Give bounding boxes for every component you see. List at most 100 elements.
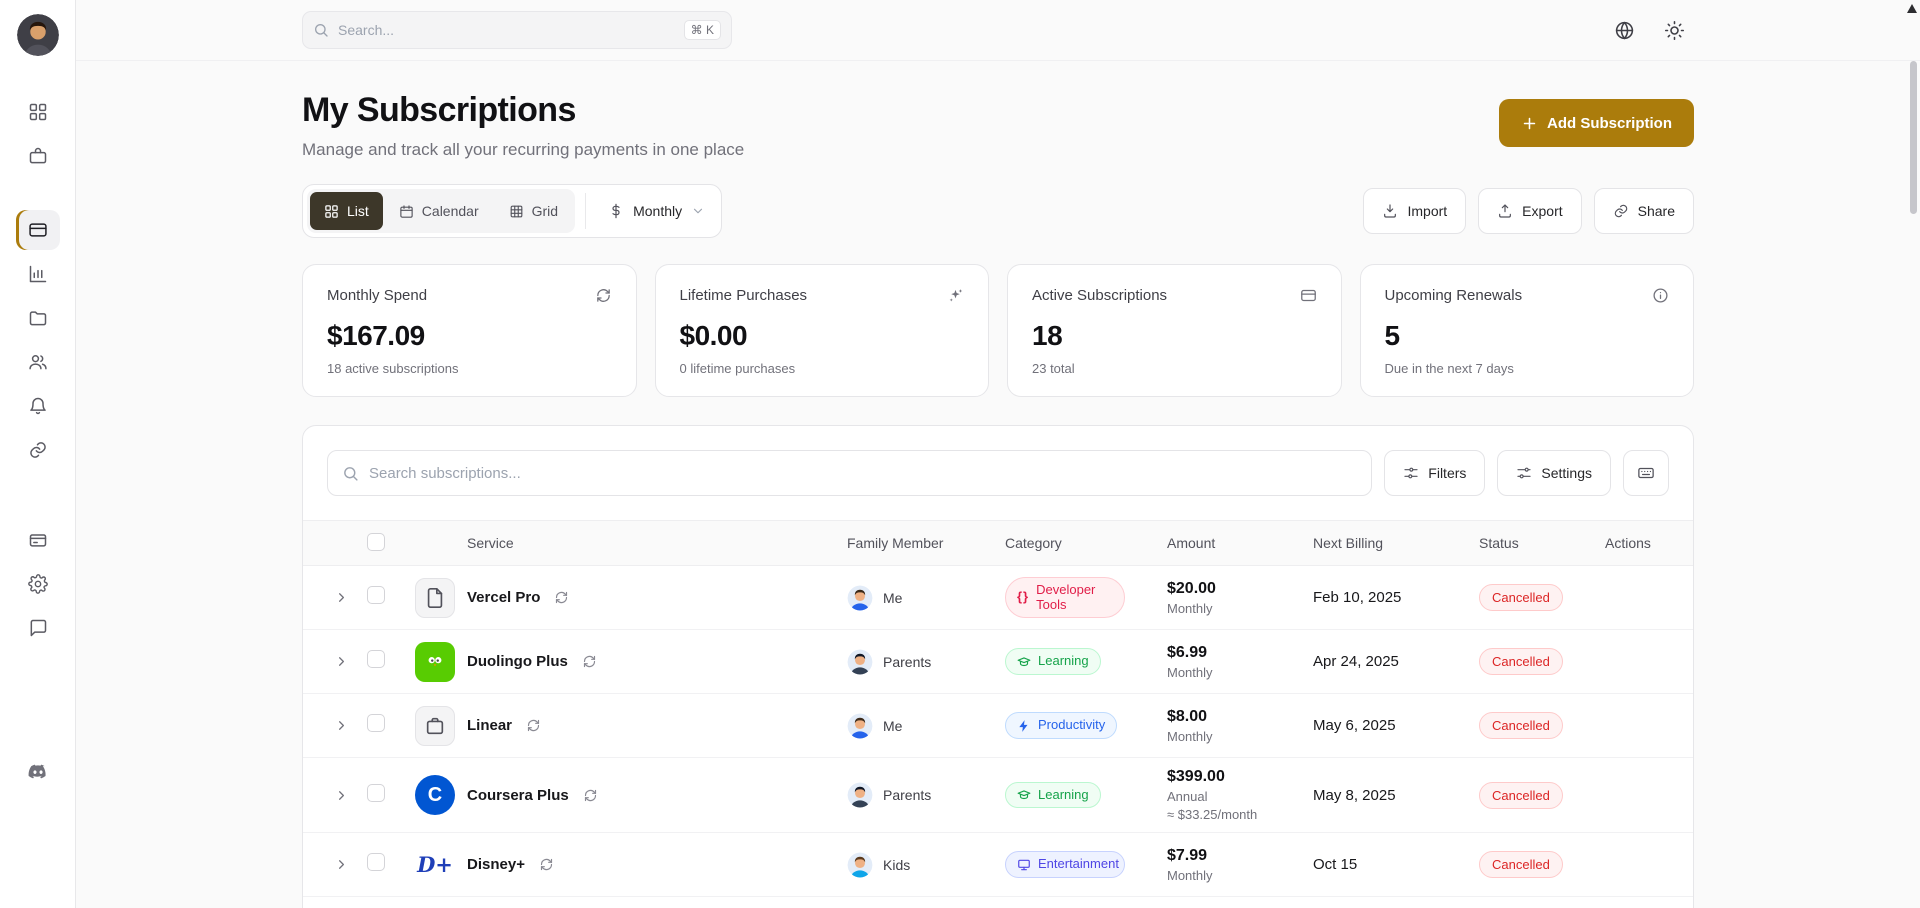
stat-value: $167.09 xyxy=(327,320,425,351)
share-label: Share xyxy=(1637,203,1675,219)
row-expand-button[interactable] xyxy=(327,851,355,879)
table-row[interactable]: Duolingo Plus Parents Learning $6.99 Mon… xyxy=(303,630,1693,694)
subscriptions-search[interactable] xyxy=(327,450,1373,496)
bar-chart-icon xyxy=(28,264,48,284)
table-row[interactable]: Vercel Pro Me {} Developer Tools $20.00 … xyxy=(303,566,1693,630)
main-area: ⌘ K My Subscriptions Manage and track al… xyxy=(76,0,1920,908)
filters-button[interactable]: Filters xyxy=(1384,450,1486,496)
member-name: Me xyxy=(883,717,903,734)
sidebar-item-products[interactable] xyxy=(16,136,60,176)
tab-grid-view[interactable]: Grid xyxy=(495,192,572,230)
table-settings-button[interactable]: Settings xyxy=(1497,450,1611,496)
sync-icon[interactable] xyxy=(526,718,541,733)
stat-card-active-subscriptions: Active Subscriptions 18 23 total xyxy=(1007,264,1342,397)
tab-calendar-view[interactable]: Calendar xyxy=(385,192,493,230)
column-header-amount: Amount xyxy=(1167,535,1216,551)
category-label: Learning xyxy=(1038,653,1089,669)
globe-icon xyxy=(1614,20,1635,41)
keyboard-shortcuts-button[interactable] xyxy=(1623,450,1669,496)
member-name: Parents xyxy=(883,653,932,670)
period-label: Monthly xyxy=(633,203,683,219)
sidebar-item-settings[interactable] xyxy=(16,564,60,604)
row-expand-button[interactable] xyxy=(327,781,355,809)
category-icon xyxy=(1017,858,1031,872)
stat-value: 5 xyxy=(1384,320,1401,351)
column-header-service: Service xyxy=(467,535,514,551)
settings-label: Settings xyxy=(1541,465,1592,481)
sync-icon[interactable] xyxy=(582,654,597,669)
sidebar-item-family[interactable] xyxy=(16,342,60,382)
row-expand-button[interactable] xyxy=(327,648,355,676)
member-avatar xyxy=(847,585,873,611)
column-header-actions: Actions xyxy=(1605,535,1651,551)
sync-icon[interactable] xyxy=(539,857,554,872)
sparkles-icon xyxy=(947,287,964,304)
amount-value: $6.99 xyxy=(1167,643,1208,661)
sidebar-item-dashboard[interactable] xyxy=(16,92,60,132)
sidebar-item-support[interactable] xyxy=(16,608,60,648)
page-scrollbar[interactable] xyxy=(1907,0,1920,908)
language-button[interactable] xyxy=(1604,10,1644,50)
sync-icon[interactable] xyxy=(583,788,598,803)
add-subscription-button[interactable]: Add Subscription xyxy=(1499,99,1694,147)
import-button[interactable]: Import xyxy=(1363,188,1467,234)
import-label: Import xyxy=(1407,203,1448,219)
category-badge: Learning xyxy=(1005,648,1101,675)
global-search-input[interactable] xyxy=(338,22,675,38)
member-avatar xyxy=(847,713,873,739)
export-icon xyxy=(1497,203,1513,219)
sidebar-item-discord[interactable] xyxy=(16,752,60,792)
table-row[interactable]: D+ Disney+ Kids Entertainment $7.99 Mont… xyxy=(303,833,1693,897)
column-header-category: Category xyxy=(1005,535,1062,551)
global-search[interactable]: ⌘ K xyxy=(302,11,732,49)
bell-icon xyxy=(28,396,48,416)
sun-icon xyxy=(1664,20,1685,41)
row-checkbox[interactable] xyxy=(367,783,385,802)
chat-icon xyxy=(28,618,48,638)
user-avatar[interactable] xyxy=(16,14,59,56)
category-icon xyxy=(1017,788,1031,802)
stat-label: Upcoming Renewals xyxy=(1384,287,1523,304)
period-dropdown[interactable]: Monthly xyxy=(596,203,717,219)
row-checkbox[interactable] xyxy=(367,853,385,871)
category-label: Developer Tools xyxy=(1036,581,1096,612)
sidebar-item-folders[interactable] xyxy=(16,298,60,338)
category-label: Productivity xyxy=(1038,717,1106,733)
export-button[interactable]: Export xyxy=(1478,188,1582,234)
amount-period: Monthly xyxy=(1167,600,1213,616)
subscriptions-search-input[interactable] xyxy=(369,464,1358,482)
theme-toggle-button[interactable] xyxy=(1654,10,1694,50)
scrollbar-up-arrow[interactable] xyxy=(1907,4,1917,13)
stat-card-lifetime-purchases: Lifetime Purchases $0.00 0 lifetime purc… xyxy=(654,264,989,397)
sidebar-item-analytics[interactable] xyxy=(16,254,60,294)
column-header-next-billing: Next Billing xyxy=(1313,535,1384,551)
search-icon xyxy=(342,465,359,482)
category-icon xyxy=(1017,719,1031,733)
category-icon: {} xyxy=(1017,589,1030,605)
sidebar-item-subscriptions[interactable] xyxy=(15,210,60,250)
next-billing-date: May 8, 2025 xyxy=(1313,786,1396,804)
amount-period: Monthly xyxy=(1167,664,1213,680)
select-all-checkbox[interactable] xyxy=(367,532,385,551)
row-checkbox[interactable] xyxy=(367,650,385,668)
stat-value: $0.00 xyxy=(679,320,748,351)
sync-icon[interactable] xyxy=(554,590,569,605)
row-checkbox[interactable] xyxy=(367,586,385,604)
row-expand-button[interactable] xyxy=(327,712,355,740)
sidebar-item-billing[interactable] xyxy=(16,520,60,560)
tab-list-view[interactable]: List xyxy=(310,192,383,230)
scrollbar-thumb[interactable] xyxy=(1910,61,1917,214)
table-row[interactable]: C Coursera Plus Parents Learning $399.00… xyxy=(303,758,1693,833)
category-badge: Productivity xyxy=(1005,712,1118,739)
stat-card-monthly-spend: Monthly Spend $167.09 18 active subscrip… xyxy=(302,264,637,397)
share-button[interactable]: Share xyxy=(1593,188,1694,234)
status-badge: Cancelled xyxy=(1479,584,1563,611)
share-link-icon xyxy=(1613,203,1629,219)
row-expand-button[interactable] xyxy=(327,584,355,612)
amount-value: $7.99 xyxy=(1167,846,1208,864)
sidebar-item-integrations[interactable] xyxy=(16,430,60,470)
sidebar-item-notifications[interactable] xyxy=(16,386,60,426)
table-row[interactable]: Linear Me Productivity $8.00 Monthly May… xyxy=(303,694,1693,758)
service-name: Coursera Plus xyxy=(467,786,569,804)
row-checkbox[interactable] xyxy=(367,714,385,732)
